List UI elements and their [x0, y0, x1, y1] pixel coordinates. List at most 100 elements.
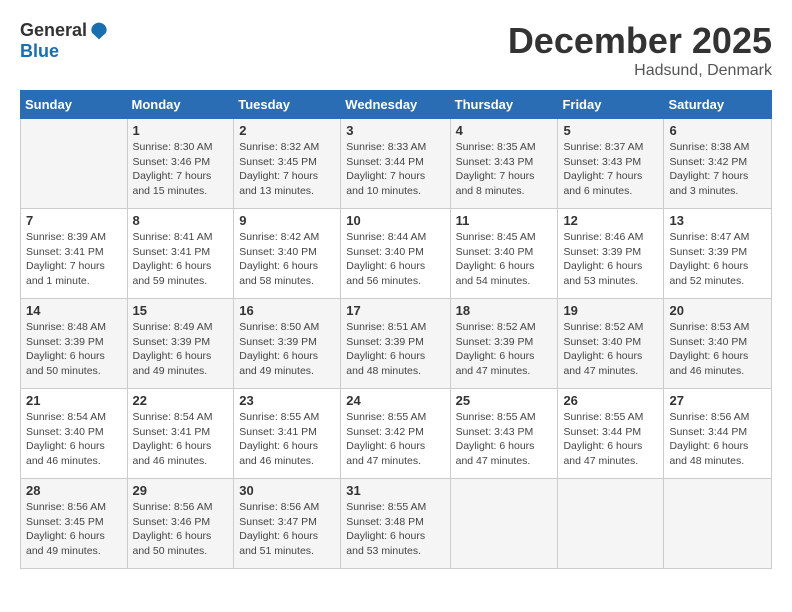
location-subtitle: Hadsund, Denmark	[508, 62, 772, 80]
day-number: 19	[563, 303, 658, 318]
page-header: General Blue December 2025 Hadsund, Denm…	[20, 20, 772, 80]
calendar-cell: 24 Sunrise: 8:55 AMSunset: 3:42 PMDayligh…	[341, 389, 450, 479]
day-info: Sunrise: 8:30 AMSunset: 3:46 PMDaylight:…	[133, 140, 229, 199]
calendar-cell: 17 Sunrise: 8:51 AMSunset: 3:39 PMDayligh…	[341, 299, 450, 389]
day-info: Sunrise: 8:53 AMSunset: 3:40 PMDaylight:…	[669, 320, 766, 379]
day-number: 22	[133, 393, 229, 408]
calendar-cell: 16Sunrise: 8:50 AMSunset: 3:39 PMDayligh…	[234, 299, 341, 389]
calendar-cell: 10 Sunrise: 8:44 AMSunset: 3:40 PMDayligh…	[341, 209, 450, 299]
day-info: Sunrise: 8:55 AMSunset: 3:41 PMDaylight:…	[239, 410, 335, 469]
calendar-cell: 20Sunrise: 8:53 AMSunset: 3:40 PMDayligh…	[664, 299, 772, 389]
day-number: 18	[456, 303, 553, 318]
day-info: Sunrise: 8:55 AMSunset: 3:42 PMDaylight:…	[346, 410, 444, 469]
day-number: 4	[456, 123, 553, 138]
calendar-cell: 31Sunrise: 8:55 AMSunset: 3:48 PMDayligh…	[341, 479, 450, 569]
day-info: Sunrise: 8:38 AMSunset: 3:42 PMDaylight:…	[669, 140, 766, 199]
calendar-cell: 21Sunrise: 8:54 AMSunset: 3:40 PMDayligh…	[21, 389, 128, 479]
day-info: Sunrise: 8:44 AMSunset: 3:40 PMDaylight:…	[346, 230, 444, 289]
day-info: Sunrise: 8:55 AMSunset: 3:44 PMDaylight:…	[563, 410, 658, 469]
calendar-cell: 27 Sunrise: 8:56 AMSunset: 3:44 PMDayligh…	[664, 389, 772, 479]
day-number: 9	[239, 213, 335, 228]
day-info: Sunrise: 8:39 AMSunset: 3:41 PMDaylight:…	[26, 230, 122, 289]
calendar-cell: 7Sunrise: 8:39 AMSunset: 3:41 PMDaylight…	[21, 209, 128, 299]
day-info: Sunrise: 8:48 AMSunset: 3:39 PMDaylight:…	[26, 320, 122, 379]
day-info: Sunrise: 8:51 AMSunset: 3:39 PMDaylight:…	[346, 320, 444, 379]
title-area: December 2025 Hadsund, Denmark	[508, 20, 772, 80]
day-number: 24	[346, 393, 444, 408]
day-number: 8	[133, 213, 229, 228]
day-number: 11	[456, 213, 553, 228]
calendar-cell: 29 Sunrise: 8:56 AMSunset: 3:46 PMDayligh…	[127, 479, 234, 569]
day-info: Sunrise: 8:56 AMSunset: 3:44 PMDaylight:…	[669, 410, 766, 469]
day-number: 12	[563, 213, 658, 228]
calendar-cell: 28Sunrise: 8:56 AMSunset: 3:45 PMDayligh…	[21, 479, 128, 569]
calendar-cell: 15 Sunrise: 8:49 AMSunset: 3:39 PMDayligh…	[127, 299, 234, 389]
calendar-week-row: 1 Sunrise: 8:30 AMSunset: 3:46 PMDaylight…	[21, 119, 772, 209]
calendar-cell	[450, 479, 558, 569]
day-number: 28	[26, 483, 122, 498]
day-number: 26	[563, 393, 658, 408]
calendar-cell: 25 Sunrise: 8:55 AMSunset: 3:43 PMDayligh…	[450, 389, 558, 479]
day-header-friday: Friday	[558, 91, 664, 119]
calendar-week-row: 21Sunrise: 8:54 AMSunset: 3:40 PMDayligh…	[21, 389, 772, 479]
day-info: Sunrise: 8:41 AMSunset: 3:41 PMDaylight:…	[133, 230, 229, 289]
calendar-cell: 3 Sunrise: 8:33 AMSunset: 3:44 PMDaylight…	[341, 119, 450, 209]
day-number: 21	[26, 393, 122, 408]
calendar-cell: 26 Sunrise: 8:55 AMSunset: 3:44 PMDayligh…	[558, 389, 664, 479]
day-header-tuesday: Tuesday	[234, 91, 341, 119]
day-number: 10	[346, 213, 444, 228]
day-info: Sunrise: 8:49 AMSunset: 3:39 PMDaylight:…	[133, 320, 229, 379]
logo: General Blue	[20, 20, 109, 62]
day-info: Sunrise: 8:35 AMSunset: 3:43 PMDaylight:…	[456, 140, 553, 199]
day-number: 29	[133, 483, 229, 498]
day-number: 16	[239, 303, 335, 318]
day-header-sunday: Sunday	[21, 91, 128, 119]
calendar-cell: 30Sunrise: 8:56 AMSunset: 3:47 PMDayligh…	[234, 479, 341, 569]
calendar-table: SundayMondayTuesdayWednesdayThursdayFrid…	[20, 90, 772, 569]
logo-general-text: General	[20, 20, 87, 41]
day-info: Sunrise: 8:42 AMSunset: 3:40 PMDaylight:…	[239, 230, 335, 289]
logo-blue-text: Blue	[20, 41, 59, 62]
calendar-cell: 2Sunrise: 8:32 AMSunset: 3:45 PMDaylight…	[234, 119, 341, 209]
calendar-cell: 19 Sunrise: 8:52 AMSunset: 3:40 PMDayligh…	[558, 299, 664, 389]
day-info: Sunrise: 8:56 AMSunset: 3:46 PMDaylight:…	[133, 500, 229, 559]
calendar-header-row: SundayMondayTuesdayWednesdayThursdayFrid…	[21, 91, 772, 119]
day-number: 15	[133, 303, 229, 318]
day-info: Sunrise: 8:52 AMSunset: 3:39 PMDaylight:…	[456, 320, 553, 379]
calendar-week-row: 28Sunrise: 8:56 AMSunset: 3:45 PMDayligh…	[21, 479, 772, 569]
calendar-cell: 23Sunrise: 8:55 AMSunset: 3:41 PMDayligh…	[234, 389, 341, 479]
day-info: Sunrise: 8:33 AMSunset: 3:44 PMDaylight:…	[346, 140, 444, 199]
day-info: Sunrise: 8:55 AMSunset: 3:43 PMDaylight:…	[456, 410, 553, 469]
day-info: Sunrise: 8:52 AMSunset: 3:40 PMDaylight:…	[563, 320, 658, 379]
day-header-saturday: Saturday	[664, 91, 772, 119]
day-number: 27	[669, 393, 766, 408]
calendar-cell: 4 Sunrise: 8:35 AMSunset: 3:43 PMDaylight…	[450, 119, 558, 209]
day-number: 25	[456, 393, 553, 408]
day-header-wednesday: Wednesday	[341, 91, 450, 119]
calendar-cell: 12 Sunrise: 8:46 AMSunset: 3:39 PMDayligh…	[558, 209, 664, 299]
calendar-cell: 14 Sunrise: 8:48 AMSunset: 3:39 PMDayligh…	[21, 299, 128, 389]
day-number: 3	[346, 123, 444, 138]
day-header-monday: Monday	[127, 91, 234, 119]
calendar-cell	[21, 119, 128, 209]
month-year-title: December 2025	[508, 20, 772, 62]
day-info: Sunrise: 8:55 AMSunset: 3:48 PMDaylight:…	[346, 500, 444, 559]
day-info: Sunrise: 8:45 AMSunset: 3:40 PMDaylight:…	[456, 230, 553, 289]
calendar-cell	[558, 479, 664, 569]
day-info: Sunrise: 8:32 AMSunset: 3:45 PMDaylight:…	[239, 140, 335, 199]
calendar-cell: 8 Sunrise: 8:41 AMSunset: 3:41 PMDaylight…	[127, 209, 234, 299]
calendar-week-row: 7Sunrise: 8:39 AMSunset: 3:41 PMDaylight…	[21, 209, 772, 299]
calendar-cell: 1 Sunrise: 8:30 AMSunset: 3:46 PMDaylight…	[127, 119, 234, 209]
day-info: Sunrise: 8:37 AMSunset: 3:43 PMDaylight:…	[563, 140, 658, 199]
day-number: 5	[563, 123, 658, 138]
day-number: 17	[346, 303, 444, 318]
calendar-cell: 11 Sunrise: 8:45 AMSunset: 3:40 PMDayligh…	[450, 209, 558, 299]
day-info: Sunrise: 8:54 AMSunset: 3:41 PMDaylight:…	[133, 410, 229, 469]
calendar-week-row: 14 Sunrise: 8:48 AMSunset: 3:39 PMDayligh…	[21, 299, 772, 389]
calendar-cell: 13Sunrise: 8:47 AMSunset: 3:39 PMDayligh…	[664, 209, 772, 299]
day-info: Sunrise: 8:46 AMSunset: 3:39 PMDaylight:…	[563, 230, 658, 289]
day-number: 1	[133, 123, 229, 138]
day-header-thursday: Thursday	[450, 91, 558, 119]
day-number: 14	[26, 303, 122, 318]
calendar-cell: 18 Sunrise: 8:52 AMSunset: 3:39 PMDayligh…	[450, 299, 558, 389]
